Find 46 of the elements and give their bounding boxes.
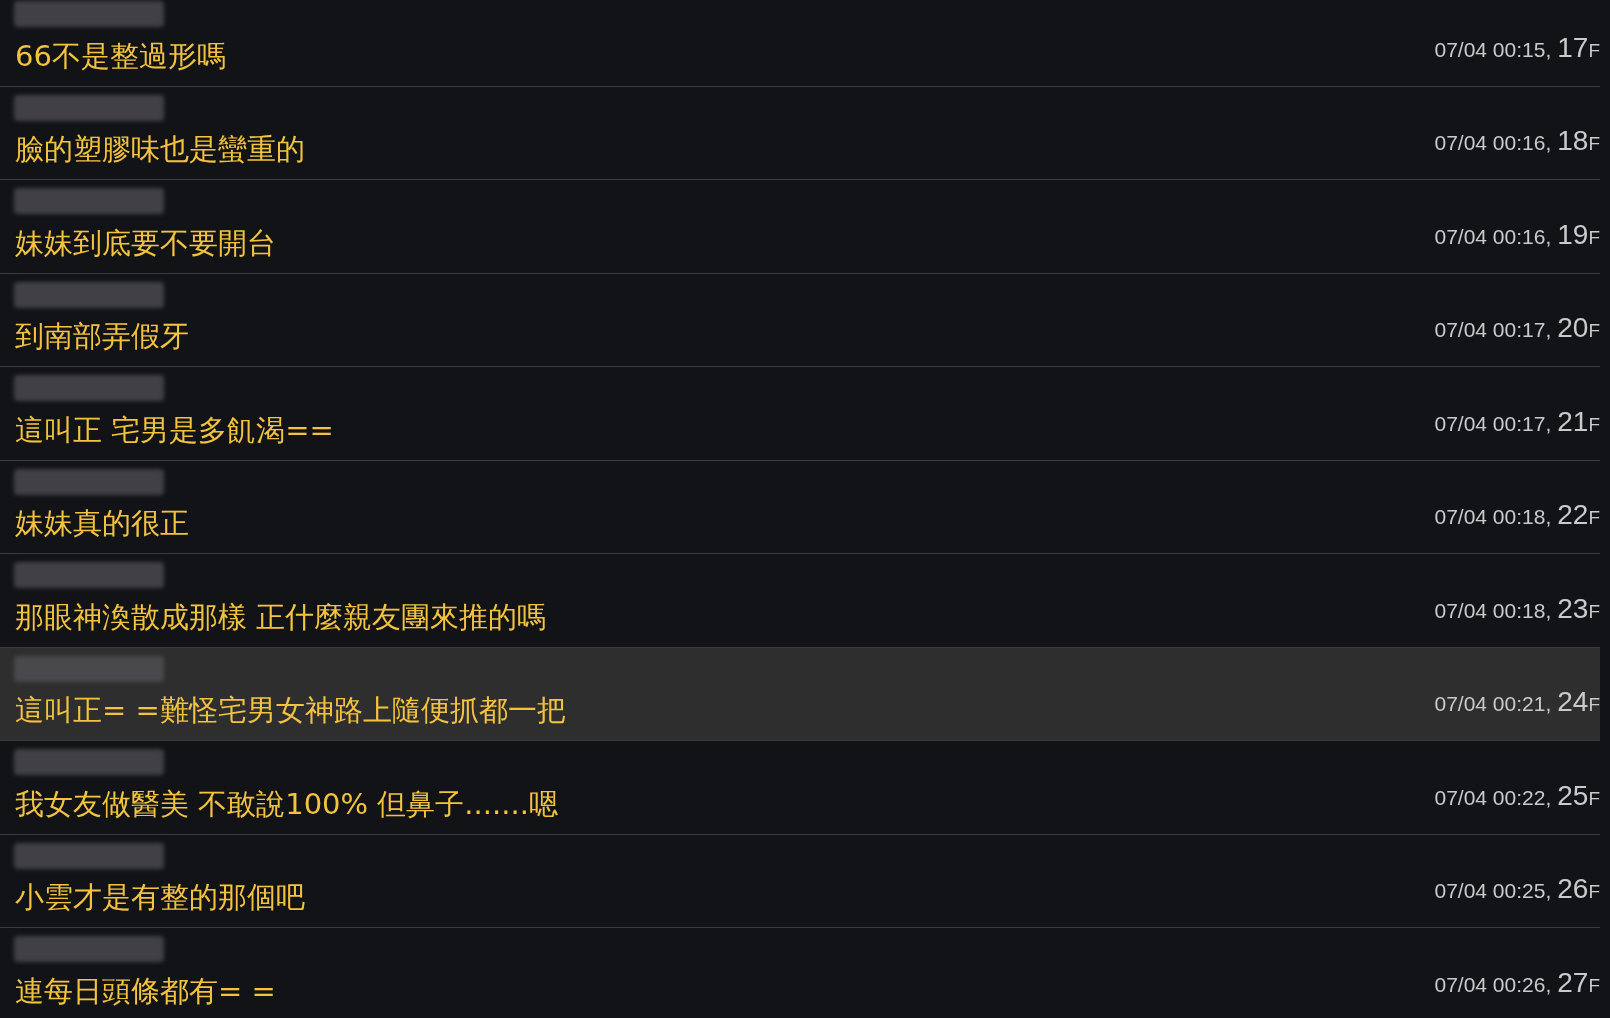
- timestamp: 07/04 00:16,: [1434, 223, 1552, 250]
- timestamp: 07/04 00:26,: [1434, 971, 1552, 998]
- timestamp: 07/04 00:16,: [1434, 130, 1552, 156]
- floor-number: 23: [1557, 591, 1589, 626]
- floor-suffix: F: [1588, 225, 1600, 250]
- comment-text: 臉的塑膠味也是蠻重的: [15, 131, 305, 167]
- comment-text: 小雲才是有整的那個吧: [15, 879, 305, 915]
- comment-text: 這叫正= =難怪宅男女神路上隨便抓都一把: [15, 692, 566, 728]
- timestamp: 07/04 00:25,: [1434, 878, 1552, 904]
- comment-row[interactable]: 66不是整過形嗎 07/04 00:15, 17F: [0, 0, 1600, 87]
- floor-suffix: F: [1588, 694, 1600, 717]
- timestamp: 07/04 00:18,: [1434, 597, 1552, 624]
- comment-text: 到南部弄假牙: [15, 318, 189, 354]
- timestamp: 07/04 00:21,: [1434, 691, 1552, 717]
- comment-text: 妹妹到底要不要開台: [15, 224, 276, 261]
- floor-suffix: F: [1588, 973, 1600, 998]
- floor-number: 19: [1557, 217, 1589, 252]
- floor-number: 26: [1557, 872, 1589, 906]
- timestamp: 07/04 00:18,: [1434, 504, 1552, 530]
- floor-suffix: F: [1588, 880, 1600, 904]
- comment-text: 那眼神渙散成那樣 正什麼親友團來推的嗎: [15, 598, 547, 635]
- floor-number: 25: [1557, 778, 1589, 813]
- comment-text: 妹妹真的很正: [15, 505, 189, 541]
- floor-suffix: F: [1588, 38, 1600, 63]
- floor-suffix: F: [1588, 599, 1600, 624]
- timestamp: 07/04 00:22,: [1434, 784, 1552, 811]
- timestamp: 07/04 00:17,: [1434, 410, 1552, 437]
- floor-number: 22: [1557, 498, 1589, 532]
- floor-suffix: F: [1588, 412, 1600, 437]
- floor-number: 24: [1557, 685, 1589, 719]
- floor-suffix: F: [1588, 132, 1600, 156]
- floor-suffix: F: [1588, 786, 1600, 811]
- floor-number: 21: [1557, 404, 1589, 439]
- comment-row-highlighted[interactable]: 這叫正= =難怪宅男女神路上隨便抓都一把 07/04 00:21, 24F: [0, 647, 1600, 741]
- floor-suffix: F: [1588, 320, 1600, 343]
- comment-text: 這叫正 宅男是多飢渴==: [15, 411, 334, 448]
- timestamp: 07/04 00:17,: [1434, 317, 1552, 343]
- comment-text: 連每日頭條都有= =: [15, 972, 276, 1009]
- floor-number: 20: [1557, 311, 1589, 345]
- floor-suffix: F: [1588, 506, 1600, 530]
- floor-number: 27: [1557, 965, 1589, 1000]
- timestamp: 07/04 00:15,: [1434, 36, 1552, 63]
- floor-number: 17: [1557, 30, 1589, 65]
- comment-text: 66不是整過形嗎: [15, 37, 226, 74]
- comment-text: 我女友做醫美 不敢說100% 但鼻子.......嗯: [15, 785, 558, 822]
- floor-number: 18: [1557, 124, 1589, 158]
